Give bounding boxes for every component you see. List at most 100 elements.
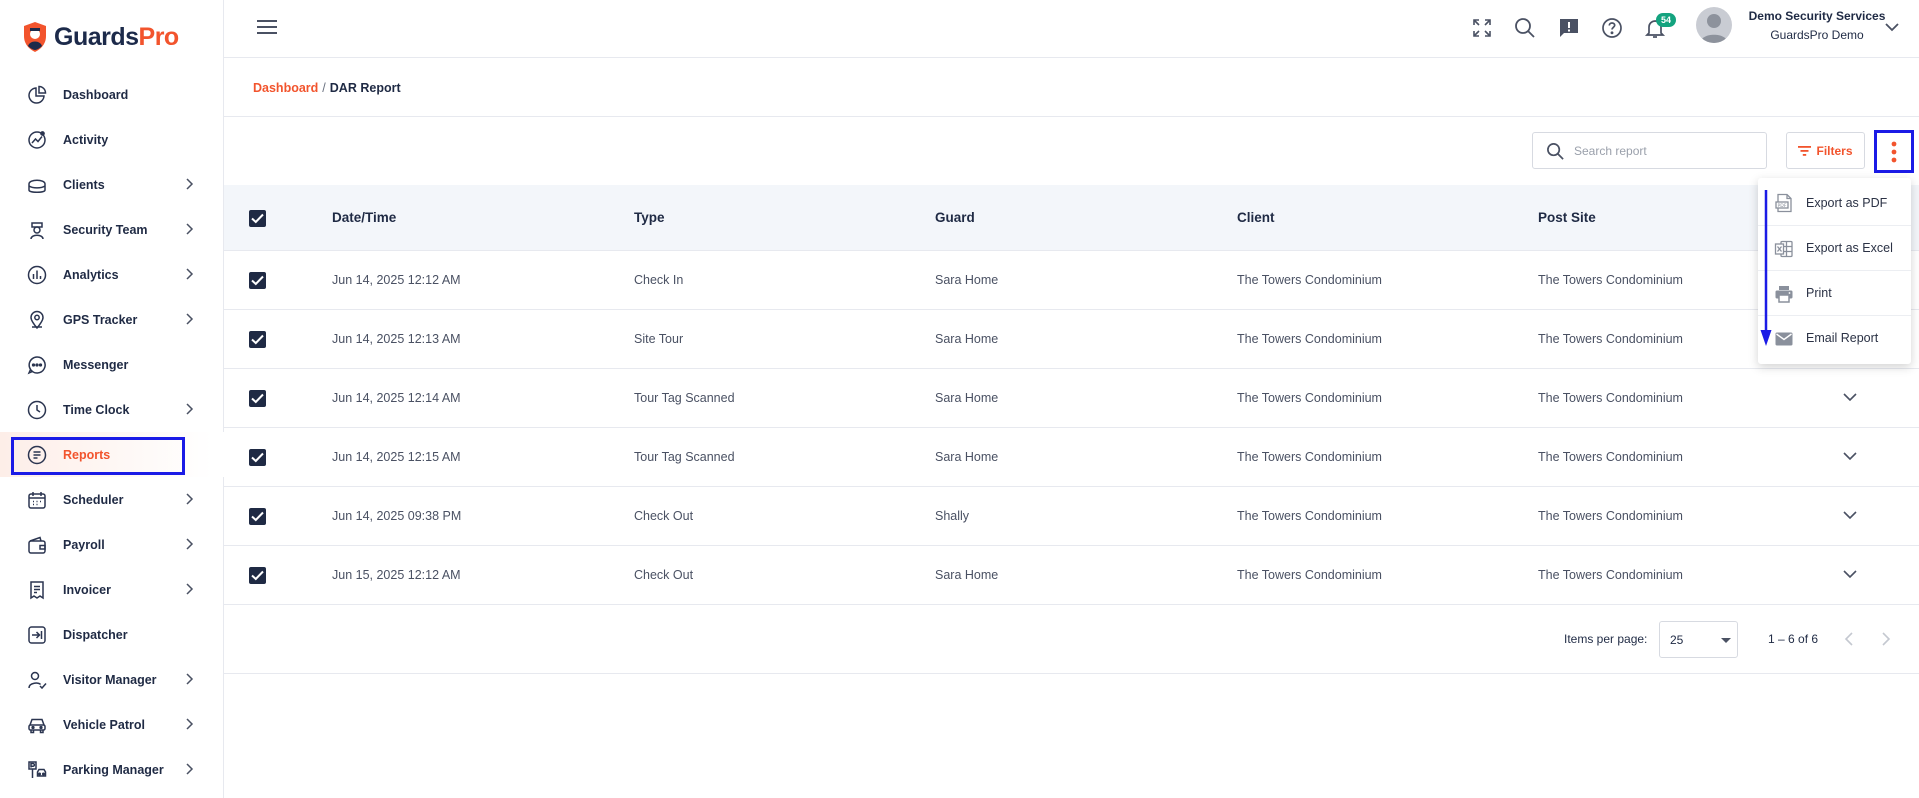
menu-item-export-as-pdf[interactable]: PDF Export as PDF — [1758, 180, 1911, 225]
table-row[interactable]: Jun 14, 2025 12:15 AM Tour Tag Scanned Sar… — [224, 428, 1919, 487]
cell-post-site: The Towers Condominium — [1538, 391, 1683, 405]
sidebar-item-activity[interactable]: Activity — [0, 117, 224, 162]
feedback-icon[interactable] — [1557, 16, 1581, 40]
sidebar-item-time-clock[interactable]: Time Clock — [0, 387, 224, 432]
menu-item-label: Print — [1806, 286, 1832, 300]
sidebar-item-payroll[interactable]: Payroll — [0, 522, 224, 567]
chevron-right-icon — [186, 268, 194, 280]
table-row[interactable]: Jun 15, 2025 12:12 AM Check Out Sara Home T… — [224, 546, 1919, 605]
cell-client: The Towers Condominium — [1237, 509, 1382, 523]
items-per-page-label: Items per page: — [1564, 632, 1648, 646]
chevron-right-icon — [186, 493, 194, 505]
fullscreen-icon[interactable] — [1470, 16, 1494, 40]
previous-page-icon[interactable] — [1844, 632, 1854, 646]
sidebar-item-reports[interactable]: Reports — [0, 432, 224, 477]
sidebar-item-gps-tracker[interactable]: GPS Tracker — [0, 297, 224, 342]
cell-guard: Sara Home — [935, 568, 999, 582]
column-header-date-time[interactable]: Date/Time — [332, 185, 396, 250]
cell-type: Tour Tag Scanned — [634, 450, 735, 464]
cell-date-time: Jun 14, 2025 12:15 AM — [332, 450, 461, 464]
row-checkbox[interactable] — [249, 449, 266, 466]
expand-row-chevron-icon[interactable] — [1843, 393, 1857, 402]
dar-report-table: Date/Time Type Guard Client Post Site Jun 14… — [224, 185, 1919, 605]
gps-pin-icon — [27, 310, 47, 330]
sidebar-item-clients[interactable]: Clients — [0, 162, 224, 207]
help-icon[interactable] — [1600, 16, 1624, 40]
chevron-down-icon[interactable] — [1885, 23, 1899, 32]
page-range-label: 1 – 6 of 6 — [1768, 632, 1819, 646]
search-icon[interactable] — [1513, 16, 1537, 40]
search-input[interactable] — [1574, 142, 1754, 160]
sidebar-item-parking-manager[interactable]: Parking Manager — [0, 747, 224, 792]
analytics-icon — [27, 265, 47, 285]
search-box[interactable] — [1532, 132, 1767, 169]
logo[interactable]: GuardsPro — [22, 20, 179, 54]
cell-date-time: Jun 14, 2025 12:13 AM — [332, 332, 461, 346]
menu-item-email-report[interactable]: Email Report — [1758, 315, 1911, 360]
select-all-checkbox[interactable] — [249, 210, 266, 227]
pdf-file-icon: PDF — [1774, 193, 1794, 213]
menu-item-label: Export as Excel — [1806, 241, 1893, 255]
sidebar-item-label: Time Clock — [63, 402, 130, 417]
avatar[interactable] — [1696, 7, 1732, 43]
user-company: Demo Security Services — [1748, 9, 1886, 23]
sidebar-item-vehicle-patrol[interactable]: Vehicle Patrol — [0, 702, 224, 747]
sidebar: GuardsPro Dashboard Activity Clients Securi… — [0, 0, 224, 798]
sidebar-item-label: Dashboard — [63, 87, 129, 102]
sidebar-item-label: Security Team — [63, 222, 148, 237]
sidebar-item-invoicer[interactable]: Invoicer — [0, 567, 224, 612]
items-per-page-value: 25 — [1670, 633, 1684, 647]
sidebar-item-visitor-manager[interactable]: Visitor Manager — [0, 657, 224, 702]
column-header-type[interactable]: Type — [634, 185, 665, 250]
chevron-right-icon — [186, 673, 194, 685]
column-header-guard[interactable]: Guard — [935, 185, 975, 250]
cell-guard: Shally — [935, 509, 970, 523]
hamburger-menu-icon[interactable] — [257, 19, 277, 35]
table-row[interactable]: Jun 14, 2025 12:14 AM Tour Tag Scanned Sar… — [224, 369, 1919, 428]
more-options-button[interactable] — [1874, 130, 1914, 173]
sidebar-item-label: Activity — [63, 132, 109, 147]
expand-row-chevron-icon[interactable] — [1843, 511, 1857, 520]
row-checkbox[interactable] — [249, 508, 266, 525]
wallet-icon — [27, 535, 47, 555]
row-checkbox[interactable] — [249, 331, 266, 348]
table-row[interactable]: Jun 14, 2025 09:38 PM Check Out Shally The … — [224, 487, 1919, 546]
checkmark-icon — [251, 334, 264, 345]
cell-date-time: Jun 15, 2025 12:12 AM — [332, 568, 461, 582]
row-checkbox[interactable] — [249, 390, 266, 407]
expand-row-chevron-icon[interactable] — [1843, 570, 1857, 579]
sidebar-item-dashboard[interactable]: Dashboard — [0, 72, 224, 117]
menu-item-print[interactable]: Print — [1758, 270, 1911, 315]
user-info[interactable]: Demo Security Services GuardsPro Demo — [1742, 9, 1892, 42]
sidebar-item-label: GPS Tracker — [63, 312, 138, 327]
row-checkbox[interactable] — [249, 567, 266, 584]
table-row[interactable]: Jun 14, 2025 12:12 AM Check In Sara Home Th… — [224, 251, 1919, 310]
sidebar-item-label: Payroll — [63, 537, 105, 552]
visitor-icon — [27, 670, 47, 690]
expand-row-chevron-icon[interactable] — [1843, 452, 1857, 461]
column-header-post-site[interactable]: Post Site — [1538, 185, 1596, 250]
table-row[interactable]: Jun 14, 2025 12:13 AM Site Tour Sara Home T… — [224, 310, 1919, 369]
dispatch-icon — [27, 625, 47, 645]
cell-client: The Towers Condominium — [1237, 391, 1382, 405]
sidebar-item-dispatcher[interactable]: Dispatcher — [0, 612, 224, 657]
menu-item-export-as-excel[interactable]: Export as Excel — [1758, 225, 1911, 270]
row-checkbox[interactable] — [249, 272, 266, 289]
sidebar-item-analytics[interactable]: Analytics — [0, 252, 224, 297]
next-page-icon[interactable] — [1881, 632, 1891, 646]
svg-text:PDF: PDF — [1778, 203, 1787, 209]
sidebar-item-scheduler[interactable]: Scheduler — [0, 477, 224, 522]
printer-icon — [1774, 284, 1794, 304]
sidebar-item-messenger[interactable]: Messenger — [0, 342, 224, 387]
cell-post-site: The Towers Condominium — [1538, 509, 1683, 523]
items-per-page-select[interactable]: 25 — [1659, 621, 1738, 658]
caret-down-icon — [1721, 638, 1731, 643]
column-header-client[interactable]: Client — [1237, 185, 1275, 250]
filters-button[interactable]: Filters — [1786, 132, 1865, 169]
sidebar-item-security-team[interactable]: Security Team — [0, 207, 224, 252]
cell-type: Tour Tag Scanned — [634, 391, 735, 405]
cell-type: Site Tour — [634, 332, 684, 346]
pagination: Items per page: 25 1 – 6 of 6 — [224, 604, 1919, 674]
cell-type: Check In — [634, 273, 684, 287]
breadcrumb-dashboard-link[interactable]: Dashboard — [253, 81, 318, 95]
